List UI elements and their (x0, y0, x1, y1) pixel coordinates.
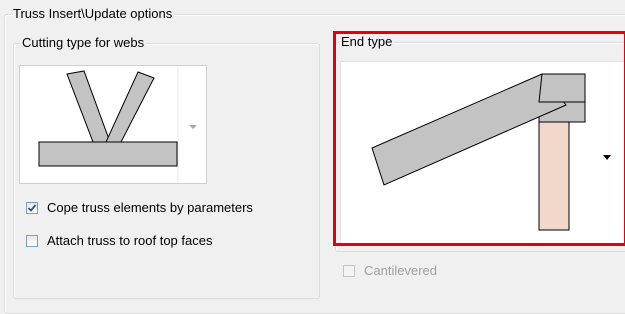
dropdown-arrow-icon[interactable] (189, 125, 197, 129)
group-title: Truss Insert\Update options (11, 6, 175, 22)
cutting-type-group-title: Cutting type for webs (20, 35, 147, 51)
cope-truss-elements-checkbox-row[interactable]: Cope truss elements by parameters (26, 200, 253, 215)
cantilevered-checkbox-row[interactable]: Cantilevered (343, 263, 437, 278)
cope-truss-elements-label: Cope truss elements by parameters (47, 200, 253, 215)
attach-truss-checkbox-row[interactable]: Attach truss to roof top faces (26, 233, 212, 248)
cantilevered-label: Cantilevered (364, 263, 437, 278)
web-cutting-preview-icon (20, 66, 179, 183)
attach-truss-label: Attach truss to roof top faces (47, 233, 213, 248)
cantilevered-checkbox[interactable] (343, 264, 355, 277)
cope-truss-elements-checkbox[interactable] (26, 201, 38, 214)
checkmark-icon (27, 203, 37, 212)
attach-truss-checkbox[interactable] (26, 234, 38, 247)
web-cutting-selector[interactable] (19, 65, 207, 184)
end-type-highlight-frame (333, 31, 625, 246)
